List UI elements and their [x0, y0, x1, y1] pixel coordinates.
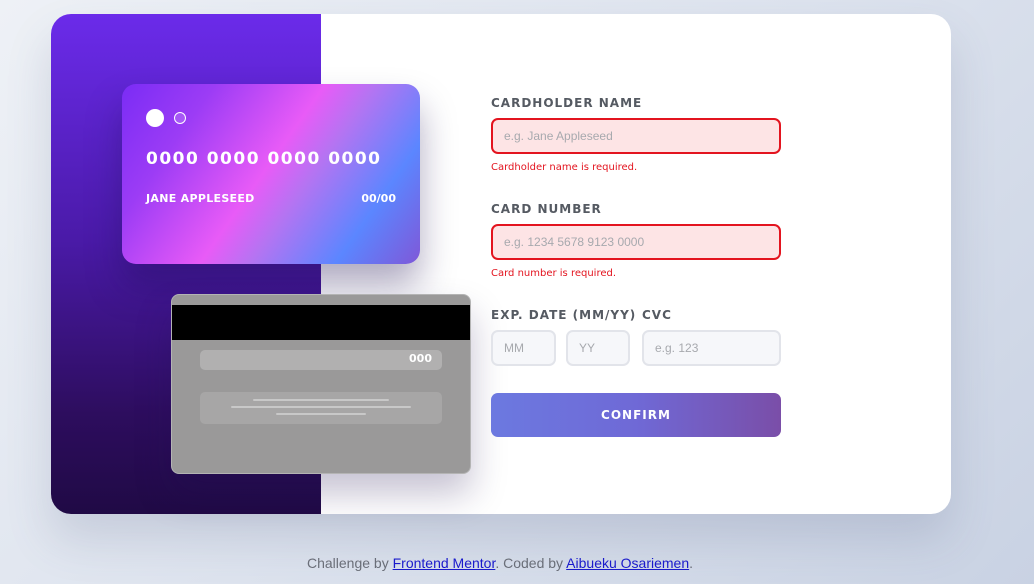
cardholder-name-error: Cardholder name is required.: [491, 162, 638, 173]
card-number-label: CARD NUMBER: [491, 202, 602, 216]
card-details-form: CARDHOLDER NAME Cardholder name is requi…: [491, 14, 781, 514]
main-container: 0000 0000 0000 0000 JANE APPLESEED 00/00…: [51, 14, 951, 514]
cvc-display: 000: [409, 352, 432, 365]
card-number-input[interactable]: [491, 224, 781, 260]
card-number-display: 0000 0000 0000 0000: [146, 149, 382, 169]
author-link[interactable]: Aibueku Osariemen: [566, 555, 689, 571]
cardholder-name-label: CARDHOLDER NAME: [491, 96, 643, 110]
footer-middle: . Coded by: [495, 555, 567, 571]
card-number-error: Card number is required.: [491, 268, 617, 279]
frontend-mentor-link[interactable]: Frontend Mentor: [393, 555, 496, 571]
card-front: 0000 0000 0000 0000 JANE APPLESEED 00/00: [122, 84, 420, 264]
footer-prefix: Challenge by: [306, 555, 393, 571]
card-back: 000: [171, 294, 471, 474]
exp-date-label: EXP. DATE (MM/YY): [491, 308, 637, 322]
exp-month-input[interactable]: [491, 330, 556, 366]
footer-suffix: .: [689, 555, 694, 571]
cvc-input[interactable]: [642, 330, 781, 366]
exp-year-input[interactable]: [566, 330, 630, 366]
confirm-button[interactable]: CONFIRM: [491, 393, 781, 437]
magnetic-stripe: [172, 305, 470, 340]
cvc-label: CVC: [642, 308, 672, 322]
card-logo-circle-small: [174, 112, 186, 124]
cvc-strip: 000: [200, 350, 442, 370]
card-name-display: JANE APPLESEED: [146, 192, 255, 205]
signature-box: [200, 392, 442, 424]
cardholder-name-input[interactable]: [491, 118, 781, 154]
card-logo-circle-large: [146, 109, 164, 127]
signature-line: [253, 399, 389, 401]
attribution-footer: Challenge by Frontend Mentor. Coded by A…: [0, 555, 1000, 571]
card-expiry-display: 00/00: [361, 192, 396, 205]
signature-line: [276, 413, 366, 415]
signature-line: [231, 406, 411, 408]
